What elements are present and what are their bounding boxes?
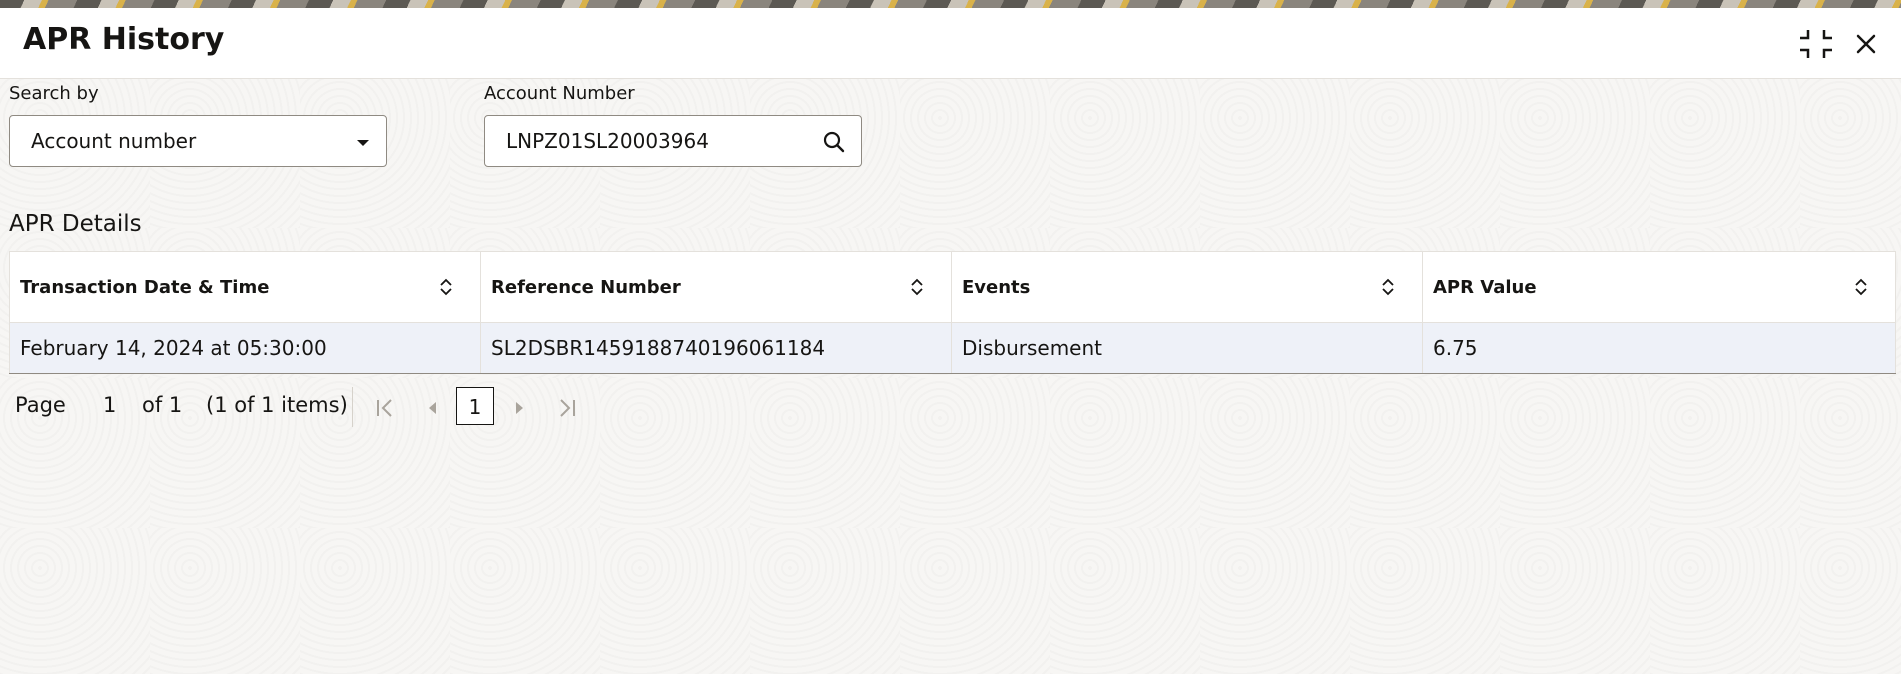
sort-icon[interactable] xyxy=(1380,278,1396,296)
cell-transaction-date: February 14, 2024 at 05:30:00 xyxy=(9,322,481,374)
search-icon[interactable] xyxy=(821,129,847,155)
page-number-input[interactable]: 1 xyxy=(103,393,116,417)
account-number-input[interactable]: LNPZ01SL20003964 xyxy=(484,115,862,167)
first-page-icon[interactable] xyxy=(373,396,397,420)
cell-reference-number: SL2DSBR1459188740196061184 xyxy=(480,322,952,374)
section-title: APR Details xyxy=(9,211,142,237)
search-by-label: Search by xyxy=(9,83,99,104)
background-pattern xyxy=(0,78,1901,674)
table-row[interactable]: February 14, 2024 at 05:30:00 SL2DSBR145… xyxy=(9,322,1896,374)
pagination: Page 1 of 1 (1 of 1 items) 1 xyxy=(0,387,700,427)
cell-apr-value: 6.75 xyxy=(1422,322,1896,374)
table-header-row: Transaction Date & Time Reference Number… xyxy=(9,251,1896,323)
sort-icon[interactable] xyxy=(1853,278,1869,296)
sort-icon[interactable] xyxy=(438,278,454,296)
pager-divider xyxy=(352,387,353,427)
chevron-down-icon xyxy=(350,129,376,155)
search-by-value: Account number xyxy=(31,129,197,153)
column-header-label: APR Value xyxy=(1433,276,1537,298)
close-icon[interactable] xyxy=(1846,24,1886,64)
account-number-value: LNPZ01SL20003964 xyxy=(506,129,709,153)
column-header-label: Events xyxy=(962,276,1031,298)
next-page-icon[interactable] xyxy=(507,396,531,420)
app-background-strip xyxy=(0,0,1901,8)
column-header-reference-number[interactable]: Reference Number xyxy=(480,251,952,323)
dialog-header: APR History xyxy=(0,8,1901,79)
column-header-label: Reference Number xyxy=(491,276,681,298)
compress-icon[interactable] xyxy=(1796,24,1836,64)
column-header-label: Transaction Date & Time xyxy=(20,276,270,298)
account-number-label: Account Number xyxy=(484,83,635,104)
previous-page-icon[interactable] xyxy=(421,396,445,420)
apr-details-table: Transaction Date & Time Reference Number… xyxy=(9,251,1896,374)
page-count-label: of 1 xyxy=(142,393,183,417)
column-header-apr-value[interactable]: APR Value xyxy=(1422,251,1896,323)
page-label: Page xyxy=(15,393,66,417)
cell-event: Disbursement xyxy=(951,322,1423,374)
dialog-title: APR History xyxy=(23,22,225,57)
last-page-icon[interactable] xyxy=(555,396,579,420)
sort-icon[interactable] xyxy=(909,278,925,296)
search-by-select[interactable]: Account number xyxy=(9,115,387,167)
column-header-transaction-date[interactable]: Transaction Date & Time xyxy=(9,251,481,323)
column-header-events[interactable]: Events xyxy=(951,251,1423,323)
items-count-label: (1 of 1 items) xyxy=(206,393,348,417)
current-page-button[interactable]: 1 xyxy=(456,387,494,425)
